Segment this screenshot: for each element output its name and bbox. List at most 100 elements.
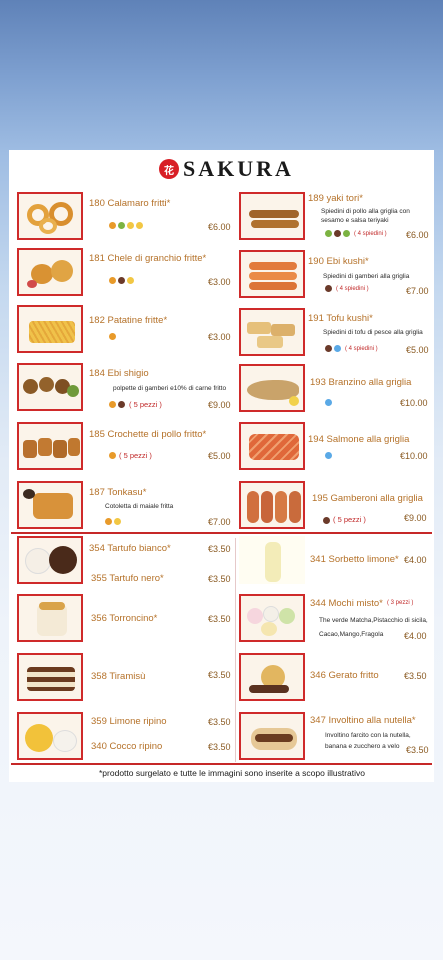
item-price: €5.00 [208,451,231,461]
salmone-photo [239,422,305,470]
dessert-description: Involtino farcito con la nutella, banana… [325,732,411,751]
brand-name: SAKURA [183,156,294,181]
item-description: Spiedini di pollo alla griglia con sesam… [321,208,410,225]
item-price: €3.00 [208,277,231,287]
dessert-price: €4.00 [404,555,427,565]
sakura-logo: 花 SAKURA [159,156,339,182]
menu-page: 花 SAKURA 180 Calamaro fritti* €6.00 181 … [9,150,434,782]
item-title: 194 Salmone alla griglia [308,434,410,445]
dessert-price: €3.50 [208,717,231,727]
allergen-yellow-icon [136,222,143,229]
item-title: 187 Tonkasu* [89,487,147,498]
item-title: 181 Chele di granchio fritte* [89,253,207,264]
allergen-icons [109,401,125,408]
allergen-icons: ( 4 spiedini ) [325,345,378,352]
ebi-shigio-photo [17,363,83,411]
allergen-dark-icon [323,517,330,524]
item-price: €5.00 [406,345,429,355]
item-price: €7.00 [208,517,231,527]
item-title: 190 Ebi kushi* [308,256,369,267]
allergen-blue-icon [325,399,332,406]
dessert-title: 355 Tartufo nero* [91,573,164,584]
item-title: 182 Patatine fritte* [89,315,168,326]
patatine-photo [17,305,83,353]
dessert-title: 346 Gerato fritto [310,670,379,681]
column-divider [235,538,236,762]
dessert-price: €3.50 [208,670,231,680]
item-price: €9.00 [404,513,427,523]
allergen-icons [109,222,143,229]
item-description: Spiedini di gamberi alla griglia [323,273,410,280]
dessert-price: €3.50 [208,614,231,624]
dessert-title: 341 Sorbetto limone* [310,554,399,565]
allergen-orange-icon [109,277,116,284]
dessert-quantity: ( 3 pezzi ) [387,600,414,606]
item-title: 185 Crochette di pollo fritto* [89,429,207,440]
dessert-title: 359 Limone ripino [91,716,167,727]
allergen-dark-icon [325,345,332,352]
dessert-title: 347 Involtino alla nutella* [310,715,416,726]
dessert-title: 356 Torroncino* [91,613,158,624]
dessert-title: 340 Cocco ripino [91,741,163,752]
allergen-orange-icon [109,222,116,229]
item-price: €7.00 [406,286,429,296]
dessert-price: €3.50 [208,742,231,752]
dessert-title: 354 Tartufo bianco* [89,543,171,554]
footer-divider [11,763,432,765]
item-title: 180 Calamaro fritti* [89,198,171,209]
dessert-price: €3.50 [404,671,427,681]
item-price: €9.00 [208,400,231,410]
allergen-dark-icon [118,277,125,284]
allergen-dark-icon [325,285,332,292]
mochi-photo [239,594,305,642]
dessert-price: €3.50 [208,544,231,554]
item-quantity: ( 5 pezzi ) [333,515,366,524]
item-quantity: ( 5 pezzi ) [119,451,152,460]
involtino-photo [239,712,305,760]
allergen-orange-icon [109,401,116,408]
item-quantity: ( 4 spiedini ) [354,230,387,237]
allergen-icons [325,399,332,406]
item-price: €10.00 [400,398,428,408]
item-title: 193 Branzino alla griglia [310,377,412,388]
footnote: *prodotto surgelato e tutte le immagini … [99,768,366,778]
item-title: 195 Gamberoni alla griglia [312,493,423,504]
item-title: 189 yaki tori* [308,193,363,204]
item-price: €10.00 [400,451,428,461]
item-quantity: ( 4 spiedini ) [345,345,378,352]
allergen-icons [323,517,330,524]
item-description: polpette di gamberi e10% di carne fritto [113,385,227,392]
sorbetto-photo [239,536,305,584]
allergen-icons [105,518,121,525]
calamaro-photo [17,192,83,240]
allergen-icons [109,452,116,459]
gelato-fritto-photo [239,653,305,701]
item-price: €3.00 [208,332,231,342]
allergen-yellow-icon [127,277,134,284]
allergen-yellow-icon [114,518,121,525]
allergen-orange-icon [109,452,116,459]
logo-mark-icon: 花 [159,159,179,179]
tiramisu-photo [17,653,83,701]
item-quantity: ( 4 spiedini ) [336,285,369,292]
allergen-blue-icon [325,452,332,459]
item-description: Cotoletta di maiale fritta [105,503,174,510]
item-quantity: ( 5 pezzi ) [129,400,162,409]
ebi-kushi-photo [239,250,305,298]
item-title: 191 Tofu kushi* [308,313,373,324]
tofu-kushi-photo [239,308,305,356]
allergen-dark-icon [118,401,125,408]
yaki-tori-photo [239,192,305,240]
allergen-icons [109,333,116,340]
item-title: 184 Ebi shigio [89,368,149,379]
dessert-price: €4.00 [404,631,427,641]
dessert-price: €3.50 [208,574,231,584]
allergen-green-icon [343,230,350,237]
allergen-yellow-icon [127,222,134,229]
allergen-dark-icon [334,230,341,237]
allergen-orange-icon [105,518,112,525]
torroncino-photo [17,594,83,642]
dessert-price: €3.50 [406,745,429,755]
chele-photo [17,248,83,296]
gamberoni-photo [239,481,305,529]
